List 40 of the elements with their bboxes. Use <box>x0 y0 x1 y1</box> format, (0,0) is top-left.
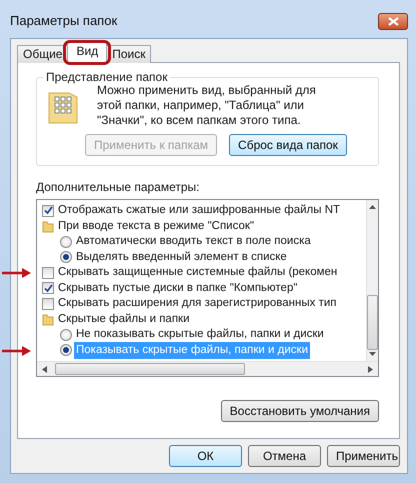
close-icon <box>388 16 398 26</box>
checkbox[interactable] <box>42 298 54 310</box>
option-label[interactable]: Скрывать пустые диски в папке "Компьютер" <box>58 280 298 297</box>
tab[interactable]: Общие <box>17 45 68 63</box>
group-title: Представление папок <box>45 71 168 83</box>
window-title: Параметры папок <box>10 12 118 30</box>
group-label: При вводе текста в режиме "Список" <box>58 218 254 234</box>
scroll-down-arrow[interactable] <box>369 352 376 356</box>
scroll-right-arrow[interactable] <box>368 366 373 372</box>
radio-button[interactable] <box>60 344 72 356</box>
option-label[interactable]: Скрывать расширения для зарегистрированных тип <box>58 295 337 312</box>
apply-button[interactable]: Применить <box>327 445 400 467</box>
folder-icon <box>42 312 54 326</box>
description-text: Можно применить вид, выбранный для этой папки, например, "Таблица" или "Значки", ко всем папкам этого типа. <box>97 83 317 128</box>
radio-button[interactable] <box>60 328 72 341</box>
option-label[interactable]: Отображать сжатые или зашифрованные файлы NT <box>58 202 340 220</box>
restore-defaults-button[interactable]: Восстановить умолчания <box>220 400 379 422</box>
scroll-left-arrow[interactable] <box>42 366 47 372</box>
checkbox[interactable] <box>42 282 54 294</box>
checkbox[interactable] <box>42 204 54 217</box>
scrollbar-thumb[interactable] <box>367 295 378 350</box>
annotation-arrow <box>2 344 32 356</box>
folder-icon <box>42 220 54 233</box>
option-label[interactable]: Не показывать скрытые файлы, папки и диски <box>76 326 324 344</box>
radio-button[interactable] <box>60 236 72 248</box>
group-label: Скрытые файлы и папки <box>58 312 190 327</box>
ok-button[interactable]: ОК <box>169 445 242 467</box>
radio-button[interactable] <box>60 251 72 264</box>
tab[interactable]: Поиск <box>106 45 152 63</box>
option-label[interactable]: Автоматически вводить текст в поле поиска <box>76 233 311 250</box>
close-button[interactable] <box>378 12 408 30</box>
annotation-arrow <box>2 267 32 279</box>
scroll-up-arrow[interactable] <box>369 205 376 209</box>
option-label[interactable]: Скрывать защищенные системные файлы (рекомен <box>58 264 338 282</box>
option-label[interactable]: Выделять введенный элемент в списке <box>76 248 287 266</box>
checkbox[interactable] <box>42 266 54 279</box>
cancel-button[interactable]: Отмена <box>248 445 321 467</box>
section-label: Дополнительные параметры: <box>36 179 200 196</box>
scrollbar-thumb[interactable] <box>55 363 245 375</box>
reset-folders-button[interactable]: Сброс вида папок <box>229 134 347 156</box>
